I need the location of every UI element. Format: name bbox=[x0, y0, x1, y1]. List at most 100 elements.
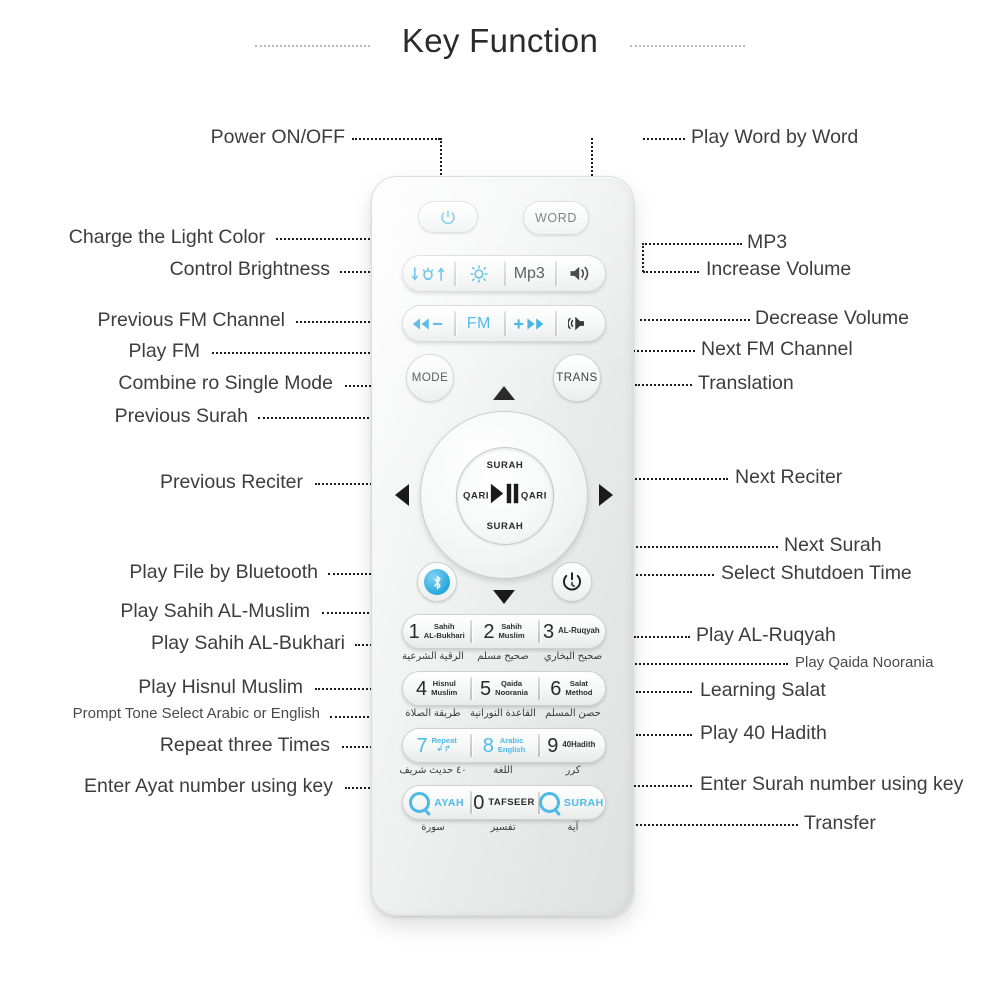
light-color-button[interactable] bbox=[403, 256, 454, 291]
wheel-label-surah-top: SURAH bbox=[486, 460, 524, 471]
label-decrease-volume: Decrease Volume bbox=[755, 307, 909, 329]
key-surah[interactable]: SURAH bbox=[537, 786, 605, 819]
key-5-qaida-noorania[interactable]: 5 Qaida Noorania bbox=[470, 672, 537, 705]
leader-mp3-v bbox=[642, 243, 644, 272]
navigation-wheel[interactable]: SURAH SURAH QARI QARI bbox=[395, 386, 613, 604]
key-9-40-hadith[interactable]: 9 40Hadith bbox=[537, 729, 605, 762]
title-rule-right bbox=[630, 45, 745, 47]
key-7-repeat[interactable]: 7 Repeat ↲↱ bbox=[403, 729, 470, 762]
triangle-up-icon[interactable] bbox=[493, 386, 515, 400]
word-button[interactable]: WORD bbox=[523, 201, 589, 235]
light-color-icon bbox=[411, 265, 445, 283]
bluetooth-button[interactable] bbox=[417, 562, 457, 602]
rewind-minus-icon bbox=[411, 316, 445, 332]
leader-qaida-noorania bbox=[620, 663, 788, 665]
label-charge-light-color: Charge the Light Color bbox=[68, 226, 265, 248]
key-ayah-label: AYAH bbox=[434, 796, 465, 809]
keypad-arabic-row-3: كرر اللغة ٤٠ حديث شريف bbox=[398, 765, 608, 776]
arabic-surah: سورة bbox=[421, 822, 445, 833]
label-enter-ayat-number: Enter Ayat number using key bbox=[84, 775, 333, 797]
label-play-sahih-muslim: Play Sahih AL-Muslim bbox=[120, 600, 310, 622]
triangle-left-icon[interactable] bbox=[395, 484, 409, 506]
key-8-label: Arabic English bbox=[497, 736, 526, 754]
leader-40-hadith bbox=[636, 734, 692, 736]
next-fm-button[interactable] bbox=[504, 306, 555, 341]
key-tafseer-label: TAFSEER bbox=[488, 797, 535, 808]
mode-button-label: MODE bbox=[411, 372, 449, 384]
translation-button[interactable]: TRANS bbox=[553, 354, 601, 402]
label-play-sahih-bukhari: Play Sahih AL-Bukhari bbox=[150, 632, 345, 654]
power-icon bbox=[440, 209, 456, 225]
shutdown-timer-button[interactable] bbox=[552, 562, 592, 602]
wheel-label-qari-left: QARI bbox=[463, 490, 490, 502]
label-play-40-hadith: Play 40 Hadith bbox=[700, 722, 827, 744]
key-function-diagram: Key Function Power ON/OFF Charge the Lig… bbox=[0, 0, 1000, 1000]
key-6-salat-method[interactable]: 6 Salat Method bbox=[537, 672, 605, 705]
label-mp3: MP3 bbox=[747, 231, 788, 253]
key-3-al-ruqyah[interactable]: 3 AL-Ruqyah bbox=[537, 615, 605, 648]
previous-fm-button[interactable] bbox=[403, 306, 454, 341]
page-title: Key Function bbox=[401, 22, 599, 59]
function-strip-fm-volume: FM bbox=[402, 305, 606, 342]
triangle-right-icon[interactable] bbox=[599, 484, 613, 506]
key-9-number: 9 bbox=[547, 734, 559, 757]
keypad-row-3: 7 Repeat ↲↱ 8 Arabic English 9 40Hadith bbox=[402, 728, 606, 763]
mode-button[interactable]: MODE bbox=[406, 354, 454, 402]
leader-increase-volume bbox=[643, 271, 699, 273]
volume-down-icon bbox=[567, 314, 592, 333]
leader-learning-salat bbox=[636, 691, 692, 693]
volume-up-icon bbox=[568, 264, 592, 283]
wheel-label-qari-right: QARI bbox=[520, 490, 547, 502]
key-1-sahih-bukhari[interactable]: 1 Sahih AL-Bukhari bbox=[403, 615, 470, 648]
label-increase-volume: Increase Volume bbox=[706, 258, 852, 280]
navigation-wheel-inner[interactable]: SURAH SURAH QARI QARI bbox=[456, 447, 554, 545]
key-surah-label: SURAH bbox=[563, 796, 604, 809]
label-play-fm: Play FM bbox=[128, 340, 200, 362]
function-strip-light-mp3-volume: Mp3 bbox=[402, 255, 606, 292]
key-2-label: Sahih Muslim bbox=[498, 622, 525, 640]
brightness-button[interactable] bbox=[453, 256, 505, 291]
key-ayah[interactable]: AYAH bbox=[403, 786, 470, 819]
key-8-arabic-english[interactable]: 8 Arabic English bbox=[470, 729, 537, 762]
key-2-sahih-muslim[interactable]: 2 Sahih Muslim bbox=[470, 615, 537, 648]
keypad-arabic-row-4: آية تفسير سورة bbox=[398, 822, 608, 833]
keypad-row-2: 4 Hisnul Muslim 5 Qaida Noorania 6 Salat Me… bbox=[402, 671, 606, 706]
label-play-file-bluetooth: Play File by Bluetooth bbox=[129, 561, 318, 583]
leader-al-ruqyah bbox=[634, 636, 690, 638]
label-power-on-off: Power ON/OFF bbox=[210, 126, 345, 148]
leader-enter-surah bbox=[634, 785, 692, 787]
label-previous-surah: Previous Surah bbox=[114, 405, 248, 427]
volume-down-button[interactable] bbox=[554, 306, 606, 341]
forward-plus-icon bbox=[512, 316, 546, 332]
key-4-hisnul-muslim[interactable]: 4 Hisnul Muslim bbox=[403, 672, 470, 705]
arabic-sahih-bukhari: صحيح البخاري bbox=[543, 651, 603, 662]
arabic-repeat: كرر bbox=[565, 765, 581, 776]
label-transfer: Transfer bbox=[804, 812, 876, 834]
arabic-tafseer: تفسير bbox=[490, 822, 516, 833]
key-6-label: Salat Method bbox=[565, 679, 593, 697]
volume-up-button[interactable] bbox=[554, 256, 606, 291]
fm-button[interactable]: FM bbox=[453, 306, 505, 341]
key-0-tafseer[interactable]: 0 TAFSEER bbox=[470, 786, 537, 819]
mp3-button-label: Mp3 bbox=[513, 264, 545, 282]
arabic-language: اللغة bbox=[493, 765, 513, 776]
arabic-40-hadith: ٤٠ حديث شريف bbox=[399, 765, 467, 776]
title-rule-left bbox=[255, 45, 370, 47]
key-7-number: 7 bbox=[416, 734, 428, 757]
power-button[interactable] bbox=[418, 201, 478, 233]
label-repeat-three-times: Repeat three Times bbox=[159, 734, 330, 756]
label-next-surah: Next Surah bbox=[784, 534, 882, 556]
arabic-sahih-muslim: صحيح مسلم bbox=[477, 651, 529, 662]
key-3-number: 3 bbox=[542, 620, 555, 643]
play-pause-icon[interactable] bbox=[490, 482, 520, 511]
label-control-brightness: Control Brightness bbox=[169, 258, 330, 280]
mp3-button[interactable]: Mp3 bbox=[504, 256, 555, 291]
label-learning-salat: Learning Salat bbox=[700, 679, 826, 701]
arabic-hisnul-muslim: حصن المسلم bbox=[545, 708, 601, 719]
triangle-down-icon[interactable] bbox=[493, 590, 515, 604]
label-next-reciter: Next Reciter bbox=[735, 466, 843, 488]
leader-power bbox=[352, 138, 440, 140]
label-play-qaida-noorania: Play Qaida Noorania bbox=[795, 654, 934, 671]
key-3-label: AL-Ruqyah bbox=[558, 626, 600, 636]
label-next-fm-channel: Next FM Channel bbox=[701, 338, 853, 360]
